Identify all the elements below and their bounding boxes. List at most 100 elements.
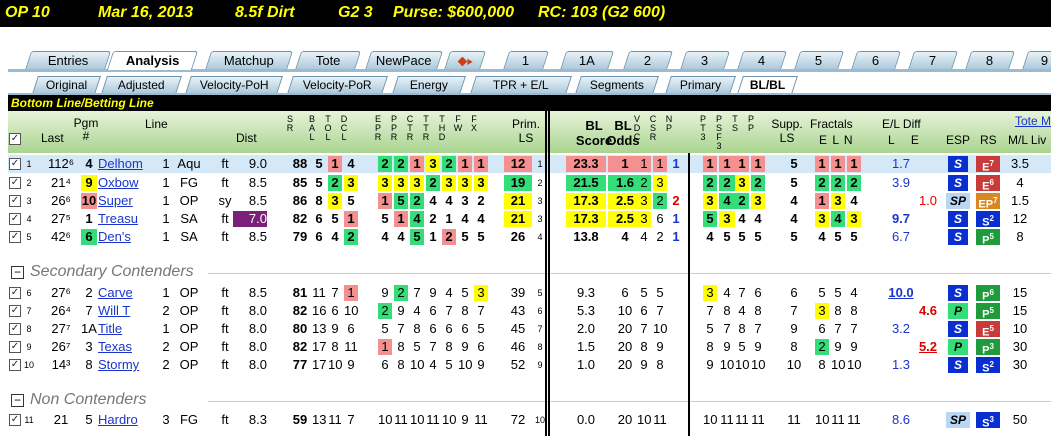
tote-link[interactable]: Tote M xyxy=(1015,114,1051,128)
horse-name-link[interactable]: Hardro xyxy=(98,412,138,427)
row-checkbox[interactable]: ✓ xyxy=(9,177,21,189)
horse-name-link[interactable]: Treasu xyxy=(98,211,138,226)
cell-name[interactable]: Will T xyxy=(98,302,156,320)
tab-7[interactable]: 7 xyxy=(907,51,959,70)
row-checkbox[interactable]: ✓ xyxy=(9,213,21,225)
col-eln: E L N xyxy=(819,133,853,147)
table-row[interactable]: ✓ 3 26⁶ 10 Super 1 OP sy 8.5 86 8 3 5 1 5 2 4 4 3 2 21 3 17.3 2… xyxy=(8,192,1051,211)
row-checkbox[interactable]: ✓ xyxy=(9,323,21,335)
tab-tote[interactable]: Tote xyxy=(294,51,362,70)
table-row[interactable]: ✓ 7 26⁴ 7 Will T 2 OP ft 8.0 82 16 6 10 2 9 4 6 7 8 7 43 6 5.3… xyxy=(8,302,1051,321)
col-last: Last xyxy=(41,131,64,145)
subtab-original[interactable]: Original xyxy=(32,76,101,94)
cell-name[interactable]: Carve xyxy=(98,284,156,302)
horse-name-link[interactable]: Will T xyxy=(98,303,130,318)
table-row[interactable]: ✓ 4 27⁵ 1 Treasu 1 SA ft 7.0 82 6 5 1 5 1 4 2 1 4 4 21 3 17.3 2… xyxy=(8,210,1051,229)
horse-name-link[interactable]: Super xyxy=(98,193,133,208)
cell-np xyxy=(669,338,683,356)
non-contenders-label: Non Contenders xyxy=(30,391,147,408)
esp-badge: P xyxy=(948,339,968,355)
cell-name[interactable]: Oxbow xyxy=(98,174,156,192)
cell-c: 8 xyxy=(413,321,421,336)
row-checkbox[interactable]: ✓ xyxy=(9,195,21,207)
row-checkbox[interactable]: ✓ xyxy=(9,359,21,371)
cell-c2: 10 xyxy=(653,321,668,336)
cell-dist: 7.0 xyxy=(233,211,267,227)
tab-5[interactable]: 5 xyxy=(793,51,845,70)
tab-1[interactable]: 1 xyxy=(502,51,550,70)
table-row[interactable]: ✓ 10 14³ 8 Stormy 2 OP ft 8.0 77 17 10 9 6 8 10 4 5 10 9 52 9… xyxy=(8,356,1051,375)
row-number: 2 xyxy=(26,178,32,188)
cell-ml: 12 xyxy=(1012,211,1028,226)
tab-matchup[interactable]: Matchup xyxy=(204,51,294,70)
cell-name[interactable]: Delhom xyxy=(98,155,156,173)
tab-6[interactable]: 6 xyxy=(850,51,902,70)
tab-analysis[interactable]: Analysis xyxy=(106,51,199,70)
row-checkbox[interactable]: ✓ xyxy=(9,287,21,299)
tab-newpace[interactable]: NewPace xyxy=(364,51,444,70)
cell-t: 9 xyxy=(331,321,339,336)
cell-t: 3 xyxy=(328,193,342,209)
tab-2[interactable]: 2 xyxy=(622,51,674,70)
rs-level: 2 xyxy=(989,360,994,369)
subtab-energy[interactable]: Energy xyxy=(392,76,466,94)
table-row[interactable]: ✓ 5 42⁶ 6 Den's 1 SA ft 8.5 79 6 4 2 4 4 5 1 2 5 5 26 4 13.8 4 4… xyxy=(8,228,1051,247)
collapse-secondary-button[interactable]: − xyxy=(11,266,24,279)
cell-ln: 2 xyxy=(162,303,170,318)
cell-name[interactable]: Super xyxy=(98,192,156,210)
row-checkbox[interactable]: ✓ xyxy=(9,231,21,243)
table-row[interactable]: ✓ 1 112⁶ 4 Delhom 1 Aqu ft 9.0 88 5 1 4 2 2 1 3 2 1 1 12 1 23.… xyxy=(8,155,1051,174)
table-row[interactable]: ✓ 6 27⁶ 2 Carve 1 OP ft 8.5 81 11 7 1 9 2 7 9 4 5 3 39 5 9.3 6 5… xyxy=(8,284,1051,303)
horse-name-link[interactable]: Texas xyxy=(98,339,132,354)
table-row[interactable]: ✓ 11 21 5 Hardro 3 FG ft 8.3 59 13 11 7 10 11 10 11 10 9 11… xyxy=(8,411,1051,430)
cell-fe: 3 xyxy=(815,211,829,227)
horse-name-link[interactable]: Delhom xyxy=(98,156,143,171)
subtab-label: Primary xyxy=(679,78,722,92)
tote-arrows-icon[interactable]: ⬥▸ xyxy=(443,51,487,70)
cell-name[interactable]: Texas xyxy=(98,338,156,356)
cell-f2: 9 xyxy=(477,357,485,372)
subtab-adjusted[interactable]: Adjusted xyxy=(101,76,182,94)
row-checkbox[interactable]: ✓ xyxy=(9,341,21,353)
horse-name-link[interactable]: Stormy xyxy=(98,357,139,372)
subtab-segments[interactable]: Segments xyxy=(575,76,659,94)
table-row[interactable]: ✓ 9 26⁷ 3 Texas 2 OP ft 8.0 82 17 8 11 1 8 5 7 8 9 6 46 8 1.5 2… xyxy=(8,338,1051,357)
cell-name[interactable]: Hardro xyxy=(98,411,156,429)
cell-name[interactable]: Treasu xyxy=(98,210,156,228)
cell-prs: 3 xyxy=(537,196,543,206)
cell-name[interactable]: Den's xyxy=(98,228,156,246)
rs-level: 3 xyxy=(989,415,994,424)
horse-name-link[interactable]: Oxbow xyxy=(98,175,138,190)
subtab-tprel[interactable]: TPR + E/L xyxy=(470,76,572,94)
cell-pr: 21 xyxy=(504,211,532,227)
table-row[interactable]: ✓ 2 21⁴ 9 Oxbow 1 FG ft 8.5 85 5 2 3 3 3 3 2 3 3 3 19 2 21.5 1.… xyxy=(8,174,1051,193)
tab-8[interactable]: 8 xyxy=(964,51,1016,70)
subtab-primary[interactable]: Primary xyxy=(665,76,736,94)
horse-name-link[interactable]: Carve xyxy=(98,285,133,300)
cell-pp: 1 xyxy=(751,156,765,172)
tab-entries[interactable]: Entries xyxy=(24,51,112,70)
cell-name[interactable]: Title xyxy=(98,320,156,338)
subtab-label: Velocity-PoR xyxy=(302,78,372,92)
cell-d: 9 xyxy=(347,357,355,372)
cell-name[interactable]: Stormy xyxy=(98,356,156,374)
cell-last: 26⁷ xyxy=(51,339,71,354)
subtab-velocitypoh[interactable]: Velocity-PoH xyxy=(185,76,283,94)
subtab-blbl[interactable]: BL/BL xyxy=(737,76,798,94)
tab-4[interactable]: 4 xyxy=(736,51,788,70)
horse-name-link[interactable]: Den's xyxy=(98,229,131,244)
row-checkbox[interactable]: ✓ xyxy=(9,158,21,170)
tab-9[interactable]: 9 xyxy=(1021,51,1051,70)
table-row[interactable]: ✓ 8 27⁷ 1A Title 1 OP ft 8.0 80 13 9 6 5 7 8 6 6 6 5 45 7 2.0 2… xyxy=(8,320,1051,339)
cell-v: 3 xyxy=(637,193,651,209)
horse-name-link[interactable]: Title xyxy=(98,321,122,336)
row-checkbox[interactable]: ✓ xyxy=(9,414,21,426)
subtab-velocitypor[interactable]: Velocity-PoR xyxy=(287,76,388,94)
tab-1a[interactable]: 1A xyxy=(559,51,615,70)
select-all-checkbox[interactable]: ✓ xyxy=(9,133,21,145)
row-checkbox[interactable]: ✓ xyxy=(9,305,21,317)
collapse-non-button[interactable]: − xyxy=(11,394,24,407)
col-ml: M/L Liv xyxy=(1008,133,1047,147)
cell-np: 1 xyxy=(672,211,680,226)
tab-3[interactable]: 3 xyxy=(679,51,731,70)
